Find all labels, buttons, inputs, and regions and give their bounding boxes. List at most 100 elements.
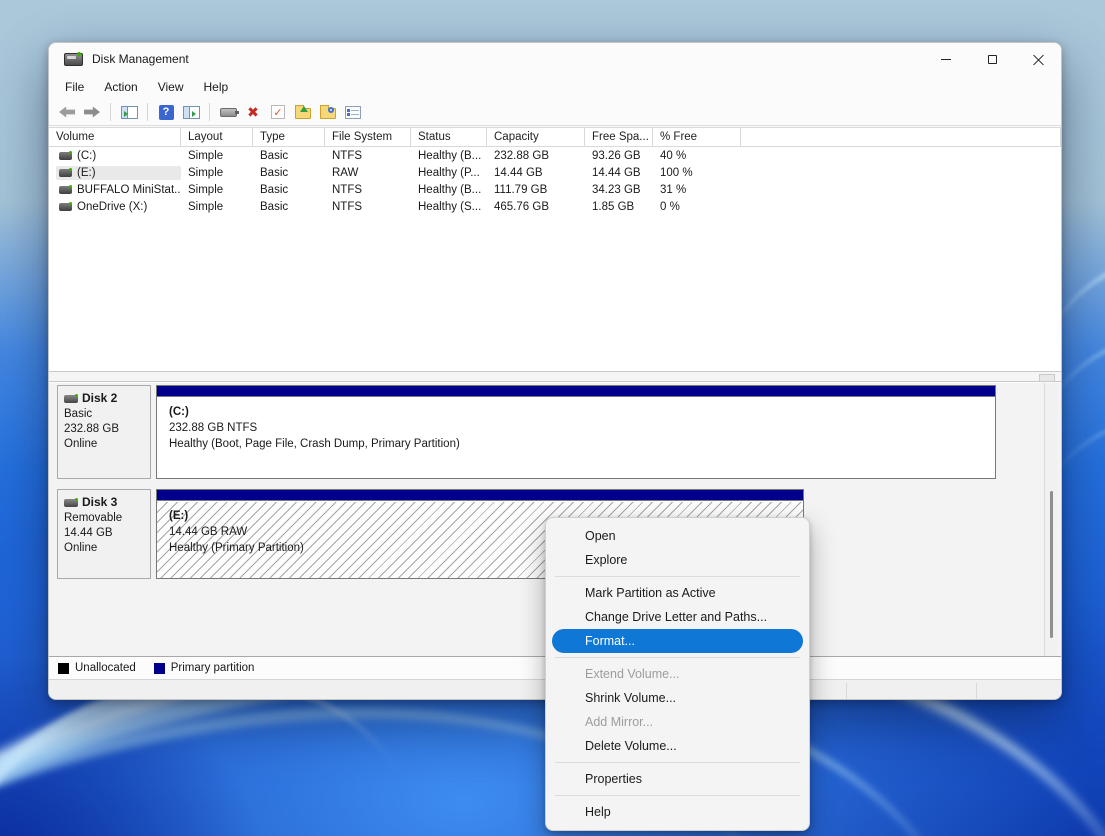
cell-free: 34.23 GB — [585, 184, 653, 196]
title-bar[interactable]: Disk Management — [49, 43, 1061, 75]
toolbar-separator — [147, 103, 148, 121]
menu-action[interactable]: Action — [94, 77, 147, 97]
toolbar-separator — [110, 103, 111, 121]
desktop: Disk Management File Action View Help ? — [0, 0, 1105, 836]
action-pane-icon[interactable] — [181, 103, 201, 121]
device-icon[interactable] — [218, 103, 238, 121]
back-arrow-icon[interactable] — [57, 103, 77, 121]
maximize-icon — [988, 55, 997, 64]
column-header-type[interactable]: Type — [253, 128, 325, 146]
explore-folder-icon[interactable] — [318, 103, 338, 121]
console-tree-icon[interactable] — [119, 103, 139, 121]
primary-partition-swatch — [154, 663, 165, 674]
toolbar: ? ✖ ✓ — [49, 99, 1061, 126]
partition-health: Healthy (Boot, Page File, Crash Dump, Pr… — [169, 436, 995, 452]
menu-item-explore[interactable]: Explore — [546, 548, 809, 572]
vertical-scrollbar[interactable] — [1044, 383, 1057, 656]
mark-active-icon[interactable]: ✓ — [268, 103, 288, 121]
disk3-header[interactable]: Disk 3 Removable 14.44 GB Online — [57, 489, 151, 579]
cell-pct-free: 31 % — [653, 184, 741, 196]
disk-kind: Removable — [64, 511, 144, 526]
cell-pct-free: 40 % — [653, 150, 741, 162]
menu-bar: File Action View Help — [49, 75, 1061, 99]
cell-type: Basic — [253, 167, 325, 179]
horizontal-scrollbar[interactable] — [49, 371, 1061, 382]
menu-separator — [555, 795, 800, 796]
column-header-free-space[interactable]: Free Spa... — [585, 128, 653, 146]
menu-item-extend-volume: Extend Volume... — [546, 662, 809, 686]
menu-separator — [555, 576, 800, 577]
disk2-header[interactable]: Disk 2 Basic 232.88 GB Online — [57, 385, 151, 479]
disk-management-app-icon — [64, 53, 83, 66]
legend-label: Primary partition — [171, 662, 255, 674]
table-row[interactable]: (C:) Simple Basic NTFS Healthy (B... 232… — [49, 147, 1061, 164]
disk-icon — [64, 395, 78, 403]
disk-name: Disk 3 — [82, 495, 117, 510]
menu-item-delete-volume[interactable]: Delete Volume... — [546, 734, 809, 758]
column-header-pct-free[interactable]: % Free — [653, 128, 741, 146]
cell-status: Healthy (P... — [411, 167, 487, 179]
disk-size: 14.44 GB — [64, 526, 144, 541]
volume-name: (E:) — [77, 167, 96, 179]
volume-icon — [59, 152, 72, 160]
maximize-button[interactable] — [969, 43, 1015, 75]
volume-list-pane: Volume Layout Type File System Status Ca… — [49, 127, 1061, 371]
properties-icon[interactable] — [343, 103, 363, 121]
cell-free: 14.44 GB — [585, 167, 653, 179]
table-row[interactable]: BUFFALO MiniStat... Simple Basic NTFS He… — [49, 181, 1061, 198]
volume-icon — [59, 169, 72, 177]
partition-c[interactable]: (C:) 232.88 GB NTFS Healthy (Boot, Page … — [156, 385, 996, 479]
volume-icon — [59, 186, 72, 194]
delete-volume-icon[interactable]: ✖ — [243, 103, 263, 121]
close-button[interactable] — [1015, 43, 1061, 75]
disk-kind: Basic — [64, 407, 144, 422]
cell-status: Healthy (B... — [411, 150, 487, 162]
cell-type: Basic — [253, 184, 325, 196]
column-header-file-system[interactable]: File System — [325, 128, 411, 146]
partition-size-fs: 232.88 GB NTFS — [169, 420, 995, 436]
partition-context-menu: Open Explore Mark Partition as Active Ch… — [545, 517, 810, 831]
menu-file[interactable]: File — [55, 77, 94, 97]
cell-status: Healthy (S... — [411, 201, 487, 213]
menu-item-open[interactable]: Open — [546, 524, 809, 548]
volume-name: OneDrive (X:) — [77, 201, 147, 213]
cell-layout: Simple — [181, 150, 253, 162]
menu-item-change-drive-letter[interactable]: Change Drive Letter and Paths... — [546, 605, 809, 629]
cell-layout: Simple — [181, 201, 253, 213]
cell-status: Healthy (B... — [411, 184, 487, 196]
volume-name: (C:) — [77, 150, 96, 162]
menu-item-mark-partition-active[interactable]: Mark Partition as Active — [546, 581, 809, 605]
table-row[interactable]: OneDrive (X:) Simple Basic NTFS Healthy … — [49, 198, 1061, 215]
status-separator — [846, 683, 847, 699]
disk-status: Online — [64, 437, 144, 452]
scrollbar-thumb[interactable] — [1050, 491, 1053, 638]
menu-help[interactable]: Help — [194, 77, 239, 97]
menu-item-format[interactable]: Format... — [552, 629, 803, 653]
open-folder-icon[interactable] — [293, 103, 313, 121]
menu-view[interactable]: View — [148, 77, 194, 97]
volume-icon — [59, 203, 72, 211]
column-header-capacity[interactable]: Capacity — [487, 128, 585, 146]
column-header-layout[interactable]: Layout — [181, 128, 253, 146]
cell-capacity: 232.88 GB — [487, 150, 585, 162]
menu-item-help[interactable]: Help — [546, 800, 809, 824]
cell-fs: RAW — [325, 167, 411, 179]
help-icon[interactable]: ? — [156, 103, 176, 121]
cell-fs: NTFS — [325, 150, 411, 162]
disk-icon — [64, 499, 78, 507]
menu-separator — [555, 657, 800, 658]
cell-capacity: 465.76 GB — [487, 201, 585, 213]
column-header-volume[interactable]: Volume — [49, 128, 181, 146]
forward-arrow-icon[interactable] — [82, 103, 102, 121]
cell-free: 93.26 GB — [585, 150, 653, 162]
partition-label: (C:) — [169, 404, 995, 420]
cell-fs: NTFS — [325, 184, 411, 196]
menu-item-properties[interactable]: Properties — [546, 767, 809, 791]
toolbar-separator — [209, 103, 210, 121]
legend-label: Unallocated — [75, 662, 136, 674]
primary-partition-band — [157, 490, 803, 501]
table-row-selected[interactable]: (E:) Simple Basic RAW Healthy (P... 14.4… — [49, 164, 1061, 181]
menu-item-shrink-volume[interactable]: Shrink Volume... — [546, 686, 809, 710]
minimize-button[interactable] — [923, 43, 969, 75]
column-header-status[interactable]: Status — [411, 128, 487, 146]
